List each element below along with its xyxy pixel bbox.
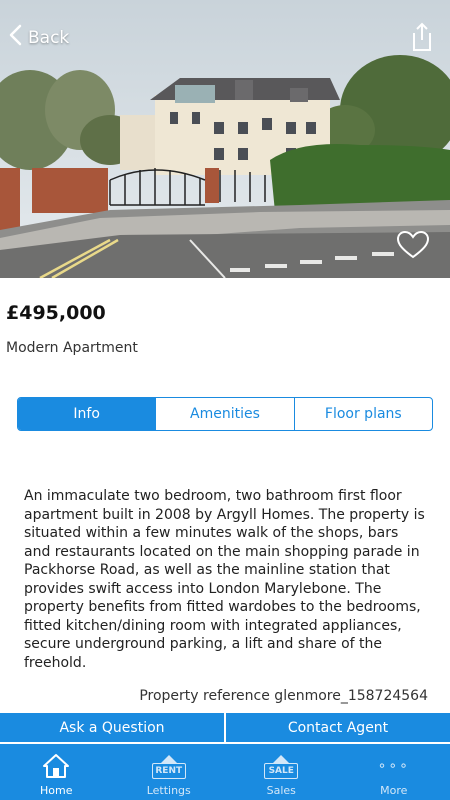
share-icon[interactable] <box>410 22 434 52</box>
tabbar-item-more[interactable]: ∘∘∘ More <box>338 744 450 800</box>
tabbar-item-home[interactable]: Home <box>0 744 113 800</box>
tab-floor-plans[interactable]: Floor plans <box>293 398 432 430</box>
property-type: Modern Apartment <box>6 340 138 356</box>
tabbar-label-sales: Sales <box>266 784 296 797</box>
contact-agent-button[interactable]: Contact Agent <box>226 713 450 742</box>
sale-sign-icon: SALE <box>264 752 299 780</box>
tabbar-label-more: More <box>380 784 408 797</box>
more-dots-icon: ∘∘∘ <box>378 752 410 780</box>
tabbar-item-lettings[interactable]: RENT Lettings <box>113 744 226 800</box>
tabbar-label-lettings: Lettings <box>146 784 191 797</box>
action-bar: Ask a Question Contact Agent <box>0 713 450 742</box>
tab-info[interactable]: Info <box>18 398 156 430</box>
bottom-tab-bar: Home RENT Lettings SALE Sales ∘∘∘ More <box>0 744 450 800</box>
heart-outline-icon[interactable] <box>396 230 430 260</box>
tabbar-label-home: Home <box>40 784 73 797</box>
segmented-tabs: Info Amenities Floor plans <box>17 397 433 431</box>
property-photo: Back <box>0 0 450 278</box>
chevron-left-icon <box>8 24 22 51</box>
property-reference: Property reference glenmore_158724564 <box>139 688 428 704</box>
property-description: An immaculate two bedroom, two bathroom … <box>24 488 425 671</box>
more-dots-glyph: ∘∘∘ <box>377 758 410 774</box>
sale-sign-text: SALE <box>264 763 299 779</box>
listing-price: £495,000 <box>6 302 106 324</box>
house-icon <box>42 752 70 780</box>
back-button[interactable]: Back <box>8 24 69 51</box>
tab-amenities[interactable]: Amenities <box>155 398 293 430</box>
back-label: Back <box>28 27 70 48</box>
rent-sign-icon: RENT <box>151 752 186 780</box>
rent-sign-text: RENT <box>151 763 186 779</box>
tabbar-item-sales[interactable]: SALE Sales <box>225 744 338 800</box>
ask-question-button[interactable]: Ask a Question <box>0 713 224 742</box>
